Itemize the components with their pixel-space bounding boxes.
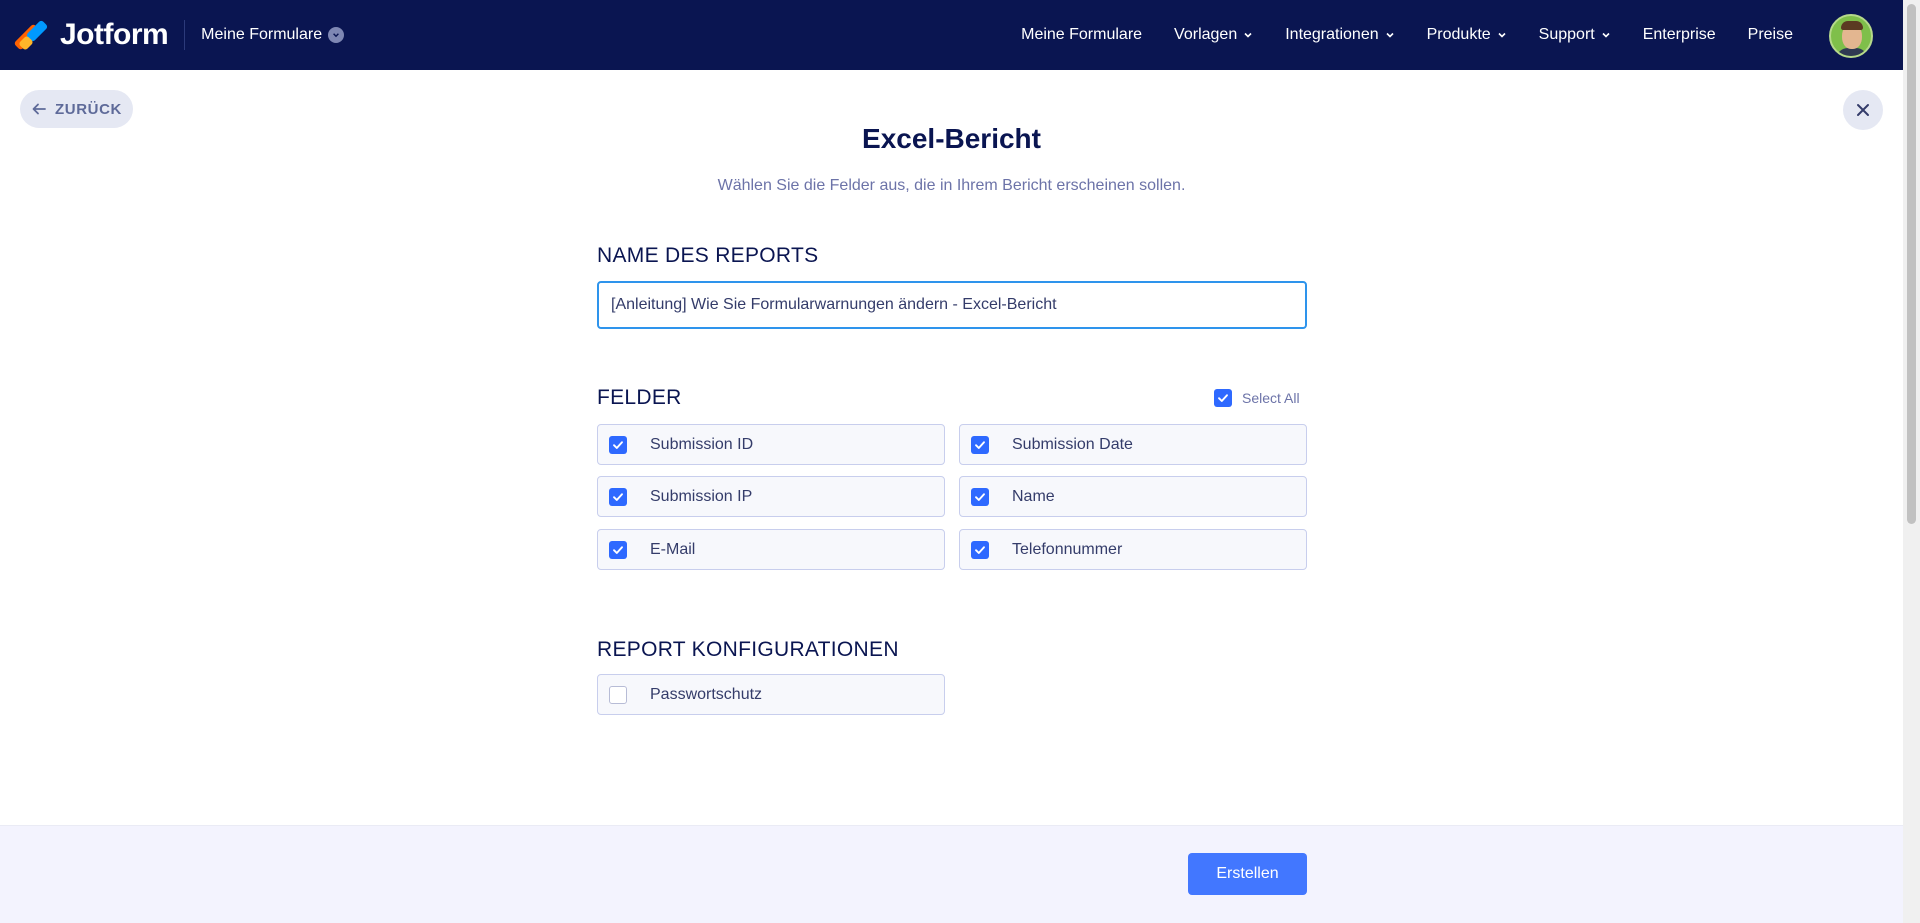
select-all-label: Select All	[1242, 390, 1300, 406]
checkbox-checked-icon	[971, 435, 989, 454]
checkbox-checked-icon	[971, 487, 989, 506]
back-button-label: ZURÜCK	[55, 100, 122, 118]
footer-bar	[0, 825, 1903, 923]
checkbox-checked-icon	[609, 487, 627, 506]
config-label: Passwortschutz	[650, 685, 763, 703]
chevron-down-icon	[1244, 32, 1252, 38]
jotform-logo[interactable]: Jotform	[13, 18, 169, 52]
checkbox-checked-icon	[609, 435, 627, 454]
scrollbar[interactable]	[1903, 0, 1920, 923]
my-forms-menu[interactable]: Meine Formulare	[201, 26, 345, 44]
chevron-down-icon	[1498, 32, 1506, 38]
nav-link-produkte[interactable]: Produkte	[1427, 26, 1507, 44]
nav-divider	[184, 20, 186, 50]
nav-links: Meine Formulare Vorlagen Integrationen P…	[989, 0, 1793, 70]
report-name-input[interactable]	[597, 281, 1307, 329]
field-label: Name	[1012, 487, 1055, 505]
nav-link-label: Meine Formulare	[1021, 26, 1143, 43]
avatar-shirt	[1836, 48, 1868, 56]
arrow-left-icon	[32, 103, 46, 115]
checkbox-unchecked-icon	[609, 685, 627, 704]
report-name-label: NAME DES REPORTS	[597, 244, 819, 267]
field-checkbox-submission-date[interactable]: Submission Date	[959, 424, 1307, 465]
field-label: Submission ID	[650, 435, 754, 453]
field-label: Telefonnummer	[1012, 540, 1123, 558]
avatar[interactable]	[1829, 14, 1873, 58]
nav-link-label: Preise	[1747, 26, 1793, 43]
checkbox-checked-icon	[971, 540, 989, 559]
nav-link-enterprise[interactable]: Enterprise	[1643, 26, 1716, 44]
nav-link-integrationen[interactable]: Integrationen	[1285, 26, 1394, 44]
chevron-down-icon	[1602, 32, 1610, 38]
nav-link-label: Produkte	[1426, 26, 1491, 43]
close-icon	[1857, 104, 1869, 116]
field-checkbox-name[interactable]: Name	[959, 476, 1307, 517]
scrollbar-thumb[interactable]	[1907, 4, 1916, 524]
nav-link-label: Enterprise	[1642, 26, 1716, 43]
create-button[interactable]: Erstellen	[1188, 853, 1307, 895]
field-label: E-Mail	[650, 540, 696, 558]
checkbox-checked-icon	[1214, 389, 1232, 407]
report-config-label: REPORT KONFIGURATIONEN	[597, 638, 899, 661]
nav-link-label: Support	[1538, 26, 1595, 43]
avatar-hair	[1841, 21, 1863, 30]
config-checkbox-password-protection[interactable]: Passwortschutz	[597, 674, 945, 715]
field-checkbox-email[interactable]: E-Mail	[597, 529, 945, 570]
nav-link-preise[interactable]: Preise	[1748, 26, 1793, 44]
page-title: Excel-Bericht	[862, 123, 1041, 154]
field-checkbox-submission-ip[interactable]: Submission IP	[597, 476, 945, 517]
field-label: Submission Date	[1012, 435, 1133, 453]
jotform-logo-icon	[13, 19, 50, 51]
my-forms-menu-label: Meine Formulare	[201, 26, 323, 43]
checkbox-checked-icon	[609, 540, 627, 559]
top-navigation: Jotform Meine Formulare Meine Formulare …	[0, 0, 1903, 70]
brand-name: Jotform	[60, 18, 169, 51]
page-subtitle: Wählen Sie die Felder aus, die in Ihrem …	[717, 177, 1186, 194]
field-label: Submission IP	[650, 487, 753, 505]
nav-link-label: Vorlagen	[1174, 26, 1238, 43]
nav-link-vorlagen[interactable]: Vorlagen	[1174, 26, 1253, 44]
nav-link-meine-formulare[interactable]: Meine Formulare	[1021, 26, 1142, 44]
nav-link-label: Integrationen	[1285, 26, 1379, 43]
select-all-checkbox[interactable]: Select All	[1214, 389, 1300, 407]
field-checkbox-submission-id[interactable]: Submission ID	[597, 424, 945, 465]
chevron-down-icon	[328, 27, 345, 43]
nav-link-support[interactable]: Support	[1539, 26, 1611, 44]
fields-label: FELDER	[597, 386, 682, 409]
field-checkbox-telefonnummer[interactable]: Telefonnummer	[959, 529, 1307, 570]
chevron-down-icon	[1386, 32, 1394, 38]
